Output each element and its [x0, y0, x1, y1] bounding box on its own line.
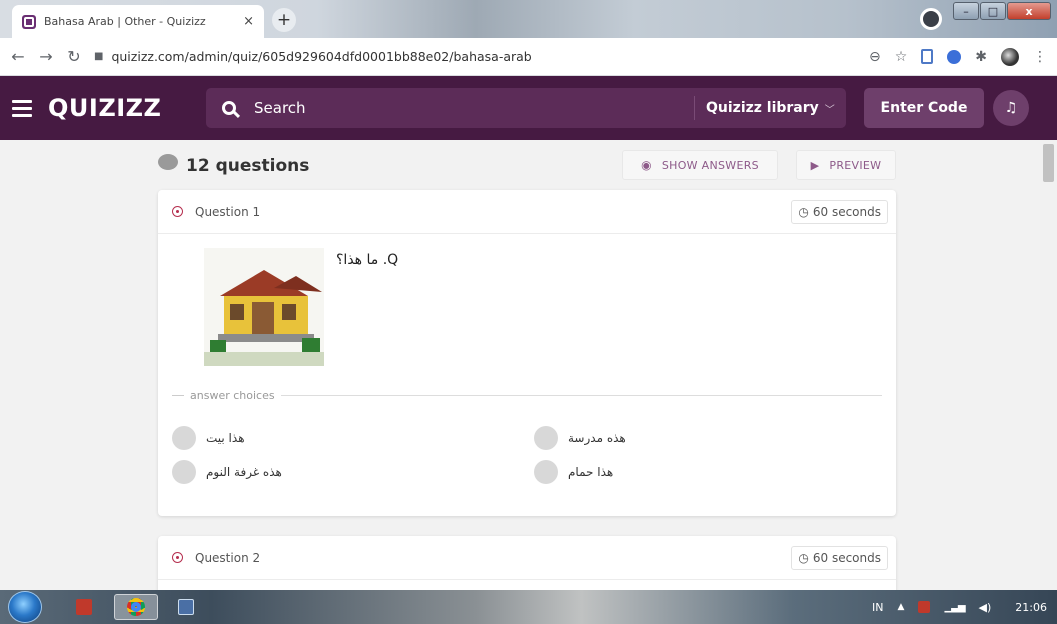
windows-taskbar: IN ▲ ▁▃▅ ◀) 21:06: [0, 590, 1057, 624]
question-card-2: Question 2 ◷ 60 seconds: [158, 536, 896, 596]
browser-tab[interactable]: Bahasa Arab | Other - Quizizz ×: [12, 5, 264, 38]
choice-radio-icon[interactable]: [172, 426, 196, 450]
library-label: Quizizz library: [706, 100, 819, 116]
eye-icon: ◉: [641, 158, 652, 172]
search-icon: [222, 101, 236, 115]
new-tab-button[interactable]: +: [272, 8, 296, 32]
page-scrollbar[interactable]: [1040, 140, 1057, 590]
taskbar-app-1[interactable]: [62, 594, 106, 620]
answer-choice-3[interactable]: هذه غرفة النوم: [172, 460, 282, 484]
tab-close-icon[interactable]: ×: [243, 14, 254, 29]
extension-blue-icon[interactable]: [947, 49, 962, 64]
clock-icon: ◷: [798, 205, 809, 219]
url-text: quizizz.com/admin/quiz/605d929604dfd0001…: [111, 49, 532, 64]
preview-button[interactable]: ▶ PREVIEW: [796, 150, 896, 180]
zoom-icon[interactable]: ⊖: [869, 49, 881, 65]
choice-text: هذه مدرسة: [568, 431, 626, 445]
answer-choice-4[interactable]: هذا حمام: [534, 460, 613, 484]
taskbar-app-chrome[interactable]: [114, 594, 158, 620]
scrollbar-thumb[interactable]: [1043, 144, 1054, 182]
forward-icon[interactable]: →: [36, 47, 56, 66]
browser-toolbar: ← → ↻ ■ quizizz.com/admin/quiz/605d92960…: [0, 38, 1057, 76]
back-icon[interactable]: ←: [8, 47, 28, 66]
time-badge: ◷ 60 seconds: [791, 546, 888, 570]
lock-icon[interactable]: ■: [94, 51, 103, 62]
profile-icon[interactable]: [920, 8, 942, 30]
extensions-puzzle-icon[interactable]: ✱: [975, 49, 987, 65]
bookmark-star-icon[interactable]: ☆: [895, 49, 908, 65]
question-image-house[interactable]: [204, 248, 324, 366]
window-controls: – □ x: [953, 2, 1051, 20]
question-type-icon: [172, 552, 183, 563]
choice-radio-icon[interactable]: [534, 426, 558, 450]
question-card-1: Question 1 ◷ 60 seconds ما هذا؟ .Q answe…: [158, 190, 896, 516]
question-label: Question 2: [195, 550, 261, 565]
system-tray: IN ▲ ▁▃▅ ◀) 21:06: [872, 590, 1047, 624]
time-text: 60 seconds: [812, 205, 881, 219]
chevron-down-icon: ﹀: [824, 104, 835, 116]
hamburger-menu-icon[interactable]: [12, 99, 32, 117]
choice-radio-icon[interactable]: [534, 460, 558, 484]
clock-time[interactable]: 21:06: [1015, 601, 1047, 614]
quizizz-logo[interactable]: QUIZIZZ: [48, 94, 161, 122]
questions-icon: [158, 154, 178, 170]
question-count: 12 questions: [186, 156, 310, 176]
language-indicator[interactable]: IN: [872, 601, 883, 614]
question-type-icon: [172, 206, 183, 217]
questions-summary-row: 12 questions ◉ SHOW ANSWERS ▶ PREVIEW: [158, 148, 896, 184]
chrome-icon: [127, 598, 145, 616]
question-label: Question 1: [195, 204, 261, 219]
network-signal-icon[interactable]: ▁▃▅: [944, 602, 965, 613]
browser-tab-strip: Bahasa Arab | Other - Quizizz × + – □ x: [0, 0, 1057, 38]
choice-text: هذا حمام: [568, 465, 614, 479]
choice-text: هذه غرفة النوم: [206, 465, 282, 479]
volume-icon[interactable]: ◀): [979, 601, 992, 614]
close-window-button[interactable]: x: [1007, 2, 1051, 20]
enter-code-button[interactable]: Enter Code: [864, 88, 984, 128]
clock-icon: ◷: [798, 551, 809, 565]
notification-bell-icon[interactable]: ♫: [993, 90, 1029, 126]
app-icon: [76, 599, 92, 615]
play-icon: ▶: [810, 158, 820, 172]
answer-choice-2[interactable]: هذه مدرسة: [534, 426, 626, 450]
answer-choices-label: answer choices: [190, 388, 275, 402]
search-divider: [694, 96, 695, 120]
tab-title: Bahasa Arab | Other - Quizizz: [44, 15, 206, 28]
extension-doc-icon[interactable]: [921, 49, 934, 64]
choice-radio-icon[interactable]: [172, 460, 196, 484]
quizizz-header: QUIZIZZ Search Quizizz library ﹀ Enter C…: [0, 76, 1057, 140]
house-illustration: [204, 248, 324, 366]
question-text: ما هذا؟ .Q: [336, 252, 399, 268]
minimize-button[interactable]: –: [953, 2, 979, 20]
search-bar[interactable]: Search Quizizz library ﹀: [206, 88, 846, 128]
preview-label: PREVIEW: [829, 158, 882, 172]
quizizz-favicon-icon: [22, 14, 36, 29]
taskbar-app-3[interactable]: [164, 594, 208, 620]
account-avatar-icon[interactable]: [1001, 47, 1019, 66]
show-hidden-icons-icon[interactable]: ▲: [898, 602, 905, 612]
time-text: 60 seconds: [812, 551, 881, 565]
search-input[interactable]: Search: [254, 99, 306, 117]
start-button[interactable]: [8, 591, 42, 623]
answer-choice-1[interactable]: هذا بيت: [172, 426, 245, 450]
app-icon: [178, 599, 194, 615]
maximize-button[interactable]: □: [980, 2, 1006, 20]
time-badge: ◷ 60 seconds: [791, 200, 888, 224]
show-answers-button[interactable]: ◉ SHOW ANSWERS: [622, 150, 778, 180]
reload-icon[interactable]: ↻: [64, 47, 84, 66]
action-center-icon[interactable]: [918, 601, 931, 613]
toolbar-icons: ⊖ ☆ ✱ ⋮: [869, 47, 1057, 66]
question-header: Question 1 ◷ 60 seconds: [158, 190, 896, 234]
answer-choices-divider: answer choices: [172, 388, 882, 402]
question-header: Question 2 ◷ 60 seconds: [158, 536, 896, 580]
choice-text: هذا بيت: [206, 431, 245, 445]
menu-kebab-icon[interactable]: ⋮: [1033, 49, 1047, 65]
address-bar[interactable]: ■ quizizz.com/admin/quiz/605d929604dfd00…: [94, 43, 814, 71]
library-dropdown[interactable]: Quizizz library ﹀: [706, 88, 835, 128]
show-answers-label: SHOW ANSWERS: [661, 158, 759, 172]
